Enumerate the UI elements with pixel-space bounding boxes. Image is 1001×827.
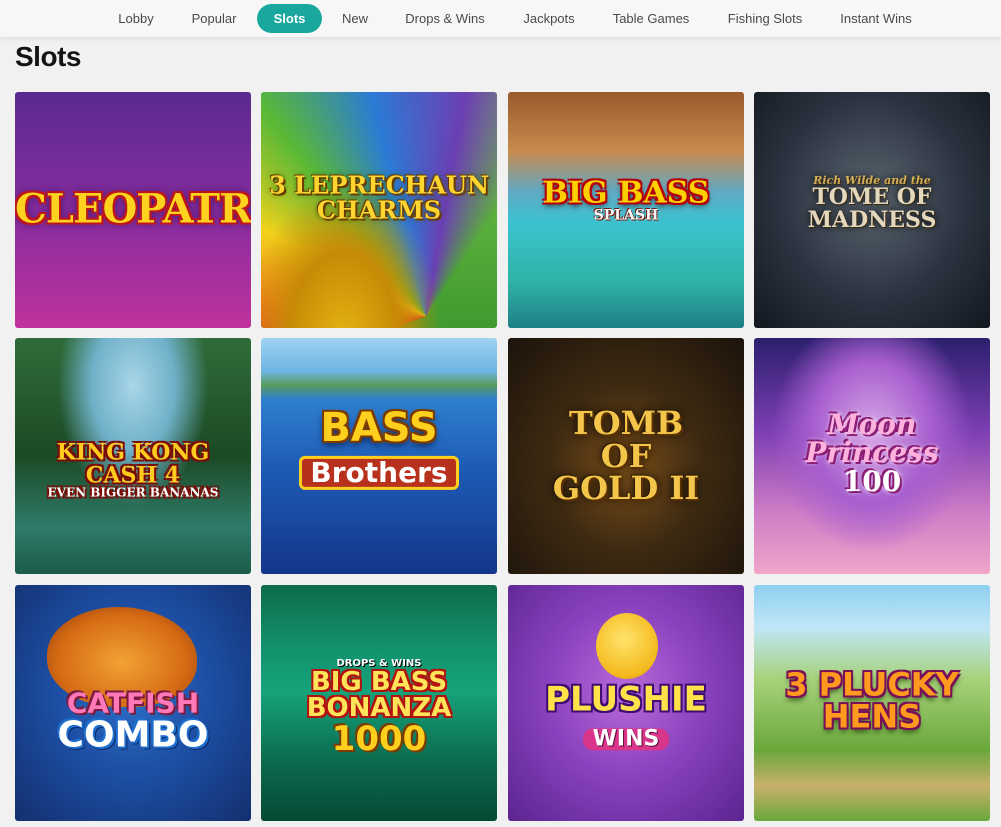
game-logo-text: SPLASH bbox=[593, 207, 659, 224]
category-nav: Lobby Popular Slots New Drops & Wins Jac… bbox=[0, 0, 1001, 37]
game-logo-text: BIG BASS bbox=[542, 175, 710, 211]
game-tile-big-bass-splash[interactable]: BIG BASS SPLASH bbox=[508, 92, 744, 328]
game-logo: CATFISH COMBO bbox=[15, 689, 251, 754]
tab-drops-wins[interactable]: Drops & Wins bbox=[396, 4, 494, 33]
tab-lobby[interactable]: Lobby bbox=[106, 4, 166, 33]
game-logo-text: OF bbox=[600, 436, 652, 475]
game-logo-text: Moon bbox=[827, 407, 917, 441]
game-logo: Moon Princess 100 bbox=[754, 407, 990, 498]
tab-instant-wins[interactable]: Instant Wins bbox=[830, 4, 922, 33]
game-logo-text: TOMB bbox=[568, 404, 684, 443]
game-tile-moon-princess-100[interactable]: Moon Princess 100 bbox=[754, 338, 990, 574]
page-title: Slots bbox=[15, 41, 81, 72]
game-logo-text: KING KONG bbox=[56, 439, 210, 466]
tab-new[interactable]: New bbox=[331, 4, 379, 33]
game-logo-text: GOLD II bbox=[552, 469, 700, 508]
game-logo-text: Brothers bbox=[299, 455, 459, 491]
game-logo-text: CATFISH bbox=[66, 686, 200, 720]
game-logo-text: BASS bbox=[320, 404, 438, 451]
tab-table-games[interactable]: Table Games bbox=[603, 4, 699, 33]
game-tile-3-plucky-hens[interactable]: 3 PLUCKY HENS bbox=[754, 585, 990, 821]
game-logo-text: COMBO bbox=[57, 714, 209, 756]
game-logo-text: MADNESS bbox=[807, 206, 937, 233]
game-logo: TOMB OF GOLD II bbox=[508, 407, 744, 505]
game-tile-cleopatra[interactable]: CLEOPATRA bbox=[15, 92, 251, 328]
chick-illustration bbox=[596, 613, 658, 679]
game-logo-text: CASH 4 bbox=[85, 462, 181, 489]
game-logo: KING KONG CASH 4 EVEN BIGGER BANANAS bbox=[15, 439, 251, 500]
game-logo: Rich Wilde and the TOME OF MADNESS bbox=[754, 175, 990, 231]
tab-popular[interactable]: Popular bbox=[180, 4, 248, 33]
game-logo: DROPS & WINS BIG BASS BONANZA 1000 bbox=[261, 658, 497, 759]
game-logo-text: 3 PLUCKY bbox=[785, 665, 959, 703]
game-logo-text: 1000 bbox=[331, 718, 427, 759]
game-tile-bass-brothers[interactable]: BASS Brothers bbox=[261, 338, 497, 574]
game-logo: PLUSHIE WINS bbox=[508, 682, 744, 751]
game-logo-text: WINS bbox=[582, 727, 670, 751]
game-tile-plushie-wins[interactable]: PLUSHIE WINS bbox=[508, 585, 744, 821]
game-logo-text: CHARMS bbox=[316, 195, 442, 225]
game-logo: 3 LEPRECHAUN CHARMS bbox=[261, 173, 497, 225]
game-tile-big-bass-bonanza-1000[interactable]: DROPS & WINS BIG BASS BONANZA 1000 bbox=[261, 585, 497, 821]
games-grid: CLEOPATRA 3 LEPRECHAUN CHARMS BIG BASS S… bbox=[15, 92, 990, 827]
game-logo: BIG BASS SPLASH bbox=[508, 178, 744, 223]
game-logo-text: 100 bbox=[842, 464, 902, 498]
game-logo-text: Princess bbox=[805, 436, 939, 470]
game-tile-tomb-of-gold-2[interactable]: TOMB OF GOLD II bbox=[508, 338, 744, 574]
game-logo-text: CLEOPATRA bbox=[15, 185, 251, 233]
game-logo: BASS Brothers bbox=[261, 404, 497, 491]
game-logo-text: HENS bbox=[822, 697, 922, 736]
game-logo-text: EVEN BIGGER BANANAS bbox=[47, 485, 219, 500]
game-tile-tome-of-madness[interactable]: Rich Wilde and the TOME OF MADNESS bbox=[754, 92, 990, 328]
game-tile-catfish-combo[interactable]: CATFISH COMBO bbox=[15, 585, 251, 821]
game-logo: CLEOPATRA bbox=[15, 185, 251, 233]
tab-slots[interactable]: Slots bbox=[257, 4, 322, 33]
game-logo-text: TOME OF bbox=[812, 184, 932, 211]
game-logo: 3 PLUCKY HENS bbox=[754, 668, 990, 733]
game-logo-text: PLUSHIE bbox=[545, 679, 707, 720]
game-tile-leprechaun-charms[interactable]: 3 LEPRECHAUN CHARMS bbox=[261, 92, 497, 328]
tab-jackpots[interactable]: Jackpots bbox=[512, 4, 586, 33]
tab-fishing-slots[interactable]: Fishing Slots bbox=[718, 4, 812, 33]
game-logo-text: BIG BASS BONANZA bbox=[306, 666, 452, 724]
game-tile-king-kong-cash-4[interactable]: KING KONG CASH 4 EVEN BIGGER BANANAS bbox=[15, 338, 251, 574]
